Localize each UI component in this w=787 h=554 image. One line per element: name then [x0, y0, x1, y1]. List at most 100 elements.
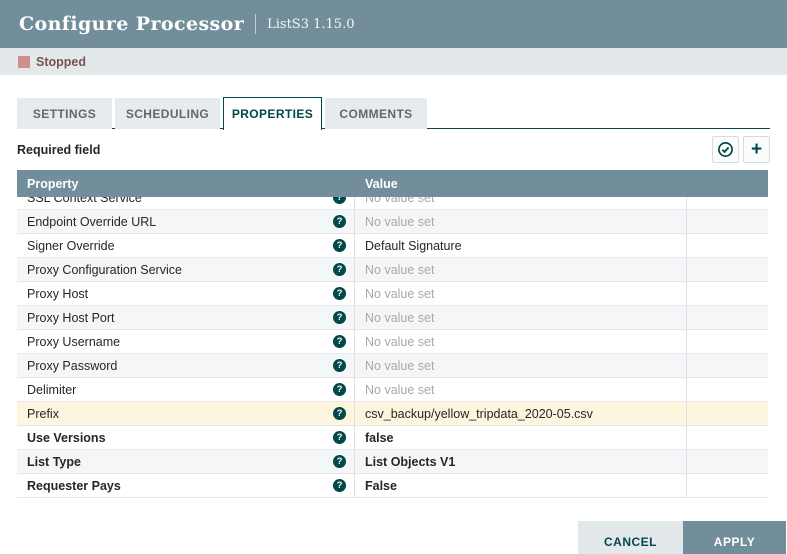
title-separator: [255, 14, 256, 34]
property-value[interactable]: No value set: [355, 210, 687, 233]
property-value[interactable]: false: [355, 426, 687, 449]
property-cell: Proxy Password?: [17, 354, 355, 377]
table-row[interactable]: Requester Pays?False: [17, 474, 768, 498]
table-row[interactable]: Proxy Host?No value set: [17, 282, 768, 306]
help-icon: ?: [333, 311, 346, 324]
help-icon: ?: [333, 455, 346, 468]
properties-table-body: SSL Context Service?No value setEndpoint…: [17, 197, 768, 498]
property-name: List Type: [27, 455, 81, 469]
property-cell: Proxy Configuration Service?: [17, 258, 355, 281]
property-value[interactable]: No value set: [355, 282, 687, 305]
tab-scheduling[interactable]: SCHEDULING: [115, 98, 220, 129]
help-icon: ?: [333, 359, 346, 372]
plus-icon: +: [751, 140, 762, 159]
property-value[interactable]: No value set: [355, 197, 687, 209]
property-name: Requester Pays: [27, 479, 121, 493]
property-value[interactable]: No value set: [355, 378, 687, 401]
properties-table: Property Value SSL Context Service?No va…: [17, 170, 768, 498]
table-row[interactable]: List Type?List Objects V1: [17, 450, 768, 474]
required-field-label: Required field: [17, 143, 100, 157]
row-spacer-cell: [687, 450, 768, 473]
property-value[interactable]: No value set: [355, 354, 687, 377]
property-name: Signer Override: [27, 239, 115, 253]
stopped-icon: [18, 56, 30, 68]
help-icon: ?: [333, 335, 346, 348]
dialog-footer: CANCEL APPLY: [578, 521, 786, 554]
tab-bar: SETTINGS SCHEDULING PROPERTIES COMMENTS: [17, 97, 770, 129]
property-name: Use Versions: [27, 431, 106, 445]
property-name: Proxy Host: [27, 287, 88, 301]
property-cell: List Type?: [17, 450, 355, 473]
row-spacer-cell: [687, 234, 768, 257]
status-label: Stopped: [36, 55, 86, 69]
property-column-header: Property: [17, 177, 355, 191]
property-name: Proxy Host Port: [27, 311, 115, 325]
property-cell: Prefix?: [17, 402, 355, 425]
dialog-header: Configure Processor ListS3 1.15.0: [0, 0, 787, 48]
property-value[interactable]: csv_backup/yellow_tripdata_2020-05.csv: [355, 402, 687, 425]
row-spacer-cell: [687, 330, 768, 353]
table-row[interactable]: Proxy Host Port? No value set: [17, 306, 768, 330]
check-circle-icon: [717, 141, 734, 158]
row-spacer-cell: [687, 378, 768, 401]
table-row[interactable]: Delimiter?No value set: [17, 378, 768, 402]
property-name: Endpoint Override URL: [27, 215, 156, 229]
status-bar: Stopped: [0, 48, 787, 75]
cancel-button[interactable]: CANCEL: [578, 521, 683, 554]
property-value[interactable]: Default Signature: [355, 234, 687, 257]
property-value[interactable]: List Objects V1: [355, 450, 687, 473]
property-value[interactable]: False: [355, 474, 687, 497]
row-spacer-cell: [687, 258, 768, 281]
property-cell: Use Versions?: [17, 426, 355, 449]
value-column-header: Value: [355, 177, 687, 191]
table-row[interactable]: Signer Override?Default Signature: [17, 234, 768, 258]
table-row[interactable]: Proxy Password?No value set: [17, 354, 768, 378]
property-name: Delimiter: [27, 383, 76, 397]
properties-toolbar: Required field +: [17, 129, 770, 170]
table-row[interactable]: Endpoint Override URL?No value set: [17, 210, 768, 234]
property-name: Proxy Password: [27, 359, 117, 373]
table-row[interactable]: Prefix?csv_backup/yellow_tripdata_2020-0…: [17, 402, 768, 426]
help-icon: ?: [333, 263, 346, 276]
row-spacer-cell: [687, 354, 768, 377]
row-spacer-cell: [687, 210, 768, 233]
tab-comments[interactable]: COMMENTS: [325, 98, 427, 129]
property-cell: Proxy Host?: [17, 282, 355, 305]
row-spacer-cell: [687, 402, 768, 425]
configure-processor-dialog: Configure Processor ListS3 1.15.0 Stoppe…: [0, 0, 787, 554]
property-cell: Signer Override?: [17, 234, 355, 257]
tab-settings[interactable]: SETTINGS: [17, 98, 112, 129]
add-property-button[interactable]: +: [743, 136, 770, 163]
dialog-title: Configure Processor: [19, 13, 244, 35]
table-row[interactable]: SSL Context Service?No value set: [17, 197, 768, 210]
help-icon: ?: [333, 383, 346, 396]
help-icon: ?: [333, 287, 346, 300]
table-header: Property Value: [17, 170, 768, 197]
row-spacer-cell: [687, 426, 768, 449]
property-cell: Requester Pays?: [17, 474, 355, 497]
property-cell: Delimiter?: [17, 378, 355, 401]
property-cell: Proxy Username?: [17, 330, 355, 353]
tab-properties[interactable]: PROPERTIES: [223, 97, 322, 130]
table-row[interactable]: Proxy Username?No value set: [17, 330, 768, 354]
help-icon: ?: [333, 197, 346, 204]
table-row[interactable]: Use Versions?false: [17, 426, 768, 450]
partial-row-clip: SSL Context Service?No value set: [17, 197, 768, 210]
property-cell: Endpoint Override URL?: [17, 210, 355, 233]
help-icon: ?: [333, 407, 346, 420]
toolbar-actions: +: [712, 136, 770, 163]
help-icon: ?: [333, 215, 346, 228]
row-spacer-cell: [687, 474, 768, 497]
help-icon: ?: [333, 239, 346, 252]
row-spacer-cell: [687, 282, 768, 305]
table-row[interactable]: Proxy Configuration Service?No value set: [17, 258, 768, 282]
property-value[interactable]: No value set: [355, 258, 687, 281]
property-value[interactable]: No value set: [355, 330, 687, 353]
apply-button[interactable]: APPLY: [683, 521, 786, 554]
property-name: Proxy Configuration Service: [27, 263, 182, 277]
row-spacer-cell: [687, 197, 768, 209]
verify-properties-button[interactable]: [712, 136, 739, 163]
property-value[interactable]: No value set: [355, 306, 687, 329]
processor-name-version: ListS3 1.15.0: [267, 17, 354, 32]
property-name: Proxy Username: [27, 335, 120, 349]
